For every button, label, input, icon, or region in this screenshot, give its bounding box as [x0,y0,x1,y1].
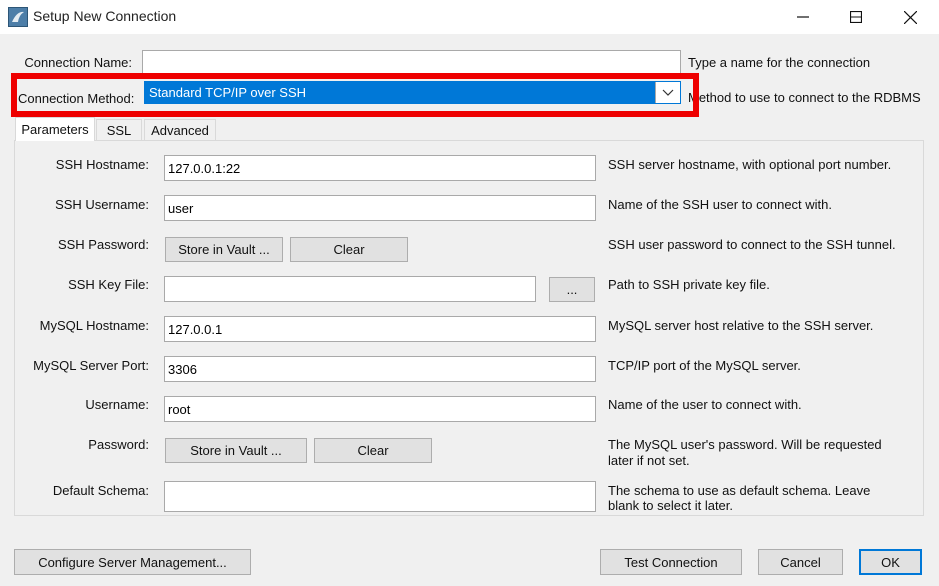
ssh-store-in-vault-button[interactable]: Store in Vault ... [165,237,283,262]
browse-key-file-button[interactable]: ... [549,277,595,302]
close-button[interactable] [885,0,935,34]
store-in-vault-button[interactable]: Store in Vault ... [165,438,307,463]
password-hint-line1: The MySQL user's password. Will be reque… [608,437,882,452]
mysql-hostname-label: MySQL Hostname: [39,318,149,333]
mysql-workbench-icon [8,7,28,27]
mysql-hostname-input[interactable]: 127.0.0.1 [164,316,596,342]
ssh-key-file-input[interactable] [164,276,536,302]
mysql-hostname-hint: MySQL server host relative to the SSH se… [608,318,874,333]
default-schema-label: Default Schema: [52,483,149,498]
clear-password-button[interactable]: Clear [314,438,432,463]
default-schema-hint-line2: blank to select it later. [608,498,734,513]
mysql-port-label: MySQL Server Port: [33,358,149,373]
connection-name-input[interactable] [142,50,681,75]
cancel-button[interactable]: Cancel [758,549,843,575]
ok-button[interactable]: OK [859,549,922,575]
connection-method-hint: Method to use to connect to the RDBMS [688,90,921,105]
password-label: Password: [88,437,149,452]
mysql-port-input[interactable]: 3306 [164,356,596,382]
minimize-button-real[interactable] [778,0,828,34]
ssh-clear-password-button[interactable]: Clear [290,237,408,262]
ssh-key-file-label: SSH Key File: [68,277,149,292]
red-highlight-box [11,73,699,117]
username-input[interactable]: root [164,396,596,422]
username-hint: Name of the user to connect with. [608,397,802,412]
ssh-username-hint: Name of the SSH user to connect with. [608,197,832,212]
ssh-username-label: SSH Username: [55,197,149,212]
maximize-icon [850,11,862,23]
tab-parameters[interactable]: Parameters [15,117,95,141]
ssh-hostname-label: SSH Hostname: [55,157,149,172]
minimize-icon [797,16,809,18]
test-connection-button[interactable]: Test Connection [600,549,742,575]
ssh-password-label: SSH Password: [57,237,149,252]
default-schema-input[interactable] [164,481,596,512]
connection-name-label: Connection Name: [24,55,132,70]
ssh-key-file-hint: Path to SSH private key file. [608,277,770,292]
ssh-hostname-hint: SSH server hostname, with optional port … [608,157,892,172]
close-icon [903,10,917,24]
connection-name-hint: Type a name for the connection [688,55,871,70]
username-label: Username: [85,397,149,412]
ssh-hostname-input[interactable]: 127.0.0.1:22 [164,155,596,181]
maximize-button[interactable] [831,0,881,34]
mysql-port-hint: TCP/IP port of the MySQL server. [608,358,801,373]
ssh-username-input[interactable]: user [164,195,596,221]
ssh-password-hint: SSH user password to connect to the SSH … [608,237,896,252]
default-schema-hint-line1: The schema to use as default schema. Lea… [608,483,871,498]
tab-ssl[interactable]: SSL [96,119,142,140]
configure-server-management-button[interactable]: Configure Server Management... [14,549,251,575]
window-title: Setup New Connection [33,8,177,24]
password-hint-line2: later if not set. [608,453,690,468]
tab-advanced[interactable]: Advanced [144,119,216,140]
